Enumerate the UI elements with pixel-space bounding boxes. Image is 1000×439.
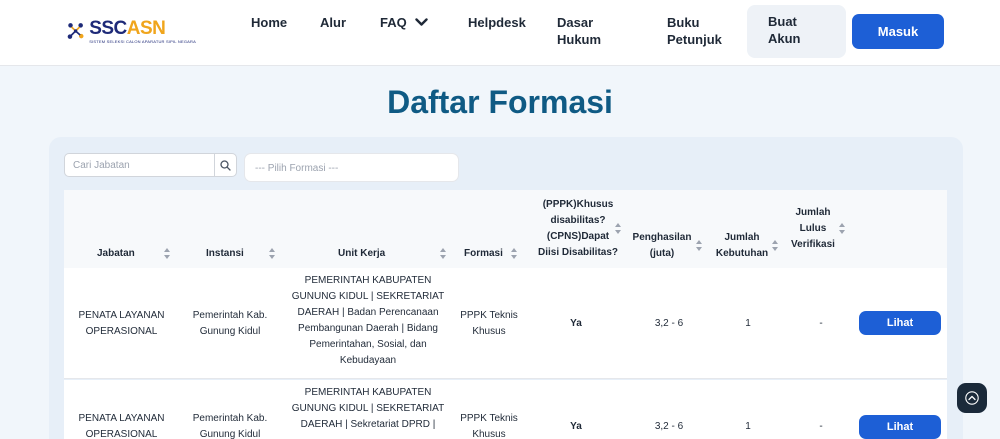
cell-jumlah-kebutuhan: 1 [745, 318, 751, 329]
header-lulus-line-3: Verifikasi [791, 239, 835, 250]
top-navbar: SSCASN SISTEM SELEKSI CALON APARATUR SIP… [0, 0, 1000, 66]
header-jumlah-lulus[interactable]: Jumlah Lulus Verifikasi [788, 206, 838, 251]
cell-jabatan: PENATA LAYANAN OPERASIONAL [78, 413, 165, 439]
sort-icon[interactable] [615, 223, 621, 234]
brand-part-2: ASN [126, 17, 166, 39]
nav-home[interactable]: Home [251, 14, 287, 31]
search-icon [220, 159, 231, 171]
table-row: PENATA LAYANAN OPERASIONAL Pemerintah Ka… [64, 380, 947, 439]
brand-name: SSCASN [89, 17, 196, 39]
cell-unit-kerja: PEMERINTAH KABUPATEN GUNUNG KIDUL | SEKR… [291, 275, 445, 366]
cell-formasi: PPPK Teknis Khusus [460, 413, 518, 439]
header-lulus-line-1: Jumlah [795, 207, 831, 218]
sort-icon[interactable] [269, 248, 275, 259]
nav-alur[interactable]: Alur [320, 14, 346, 31]
sort-icon[interactable] [696, 240, 702, 251]
logo-mark-icon [67, 23, 84, 39]
ssc-asn-logo[interactable]: SSCASN SISTEM SELEKSI CALON APARATUR SIP… [66, 11, 196, 51]
header-jumlah-kebutuhan[interactable]: Jumlah Kebutuhan [712, 231, 772, 260]
cell-disabilitas: Ya [570, 421, 582, 432]
nav-faq-label: FAQ [380, 15, 407, 30]
brand-part-1: SSC [89, 17, 127, 39]
header-disabilitas-line-4: Diisi Disabilitas? [537, 247, 619, 258]
nav-buku-petunjuk-line-1: Buku [667, 15, 700, 30]
chevron-up-icon [965, 391, 979, 405]
cell-instansi: Pemerintah Kab. Gunung Kidul [192, 310, 268, 337]
sort-icon[interactable] [164, 248, 170, 259]
header-formasi[interactable]: Formasi [464, 247, 503, 260]
brand-tagline: SISTEM SELEKSI CALON APARATUR SIPIL NEGA… [89, 38, 196, 44]
nav-buku-petunjuk-line-2: Petunjuk [667, 32, 722, 47]
header-unit-kerja[interactable]: Unit Kerja [338, 247, 385, 260]
cell-formasi: PPPK Teknis Khusus [460, 310, 518, 337]
header-instansi[interactable]: Instansi [206, 247, 244, 260]
header-penghasilan-line-1: Penghasilan [632, 232, 692, 243]
search-group [64, 153, 237, 177]
masuk-button[interactable]: Masuk [852, 14, 944, 49]
nav-dasar-hukum-line-1: Dasar [557, 15, 594, 30]
buat-akun-line-1: Buat [768, 14, 797, 29]
cell-unit-kerja: PEMERINTAH KABUPATEN GUNUNG KIDUL | SEKR… [291, 387, 445, 430]
cell-penghasilan: 3,2 - 6 [654, 421, 684, 432]
nav-buku-petunjuk[interactable]: Buku Petunjuk [667, 14, 722, 48]
search-button[interactable] [214, 153, 237, 177]
header-disabilitas-line-2: disabilitas? [550, 215, 606, 226]
header-disabilitas-line-1: (PPPK)Khusus [542, 199, 614, 210]
cell-jumlah-lulus: - [819, 318, 823, 329]
cell-jabatan: PENATA LAYANAN OPERASIONAL [78, 310, 165, 337]
search-input[interactable] [64, 153, 214, 177]
nav-faq[interactable]: FAQ [380, 14, 428, 31]
nav-helpdesk[interactable]: Helpdesk [468, 14, 526, 31]
header-kebutuhan-line-1: Jumlah [724, 232, 760, 243]
header-lulus-line-2: Lulus [799, 223, 827, 234]
header-jabatan[interactable]: Jabatan [97, 247, 135, 260]
buat-akun-line-2: Akun [768, 31, 801, 46]
cell-jumlah-lulus: - [819, 421, 823, 432]
chevron-down-icon [415, 18, 428, 26]
page-title: Daftar Formasi [387, 84, 613, 120]
header-disabilitas[interactable]: (PPPK)Khusus disabilitas? (CPNS)Dapat Di… [528, 198, 628, 259]
lihat-button[interactable]: Lihat [859, 311, 941, 335]
sort-icon[interactable] [839, 223, 845, 234]
cell-jumlah-kebutuhan: 1 [745, 421, 751, 432]
cell-instansi: Pemerintah Kab. Gunung Kidul [192, 413, 268, 439]
cell-penghasilan: 3,2 - 6 [654, 318, 684, 329]
buat-akun-button[interactable]: Buat Akun [747, 5, 846, 58]
cell-disabilitas: Ya [570, 318, 582, 329]
lihat-button[interactable]: Lihat [859, 415, 941, 439]
header-kebutuhan-line-2: Kebutuhan [715, 248, 769, 259]
table-row: PENATA LAYANAN OPERASIONAL Pemerintah Ka… [64, 268, 947, 379]
formasi-select[interactable]: --- Pilih Formasi --- [244, 153, 459, 182]
sort-icon[interactable] [440, 248, 446, 259]
header-penghasilan-line-2: (juta) [649, 248, 675, 259]
header-penghasilan[interactable]: Penghasilan (juta) [631, 231, 693, 260]
nav-dasar-hukum-line-2: Hukum [557, 32, 602, 47]
sort-icon[interactable] [772, 240, 778, 251]
nav-dasar-hukum[interactable]: Dasar Hukum [557, 14, 601, 48]
sort-icon[interactable] [511, 248, 517, 259]
scroll-to-top-button[interactable] [957, 383, 987, 413]
formasi-table: Jabatan Instansi Unit Kerja Formasi (PPP… [64, 190, 947, 439]
table-header: Jabatan Instansi Unit Kerja Formasi (PPP… [64, 190, 947, 268]
header-disabilitas-line-3: (CPNS)Dapat [546, 231, 610, 242]
